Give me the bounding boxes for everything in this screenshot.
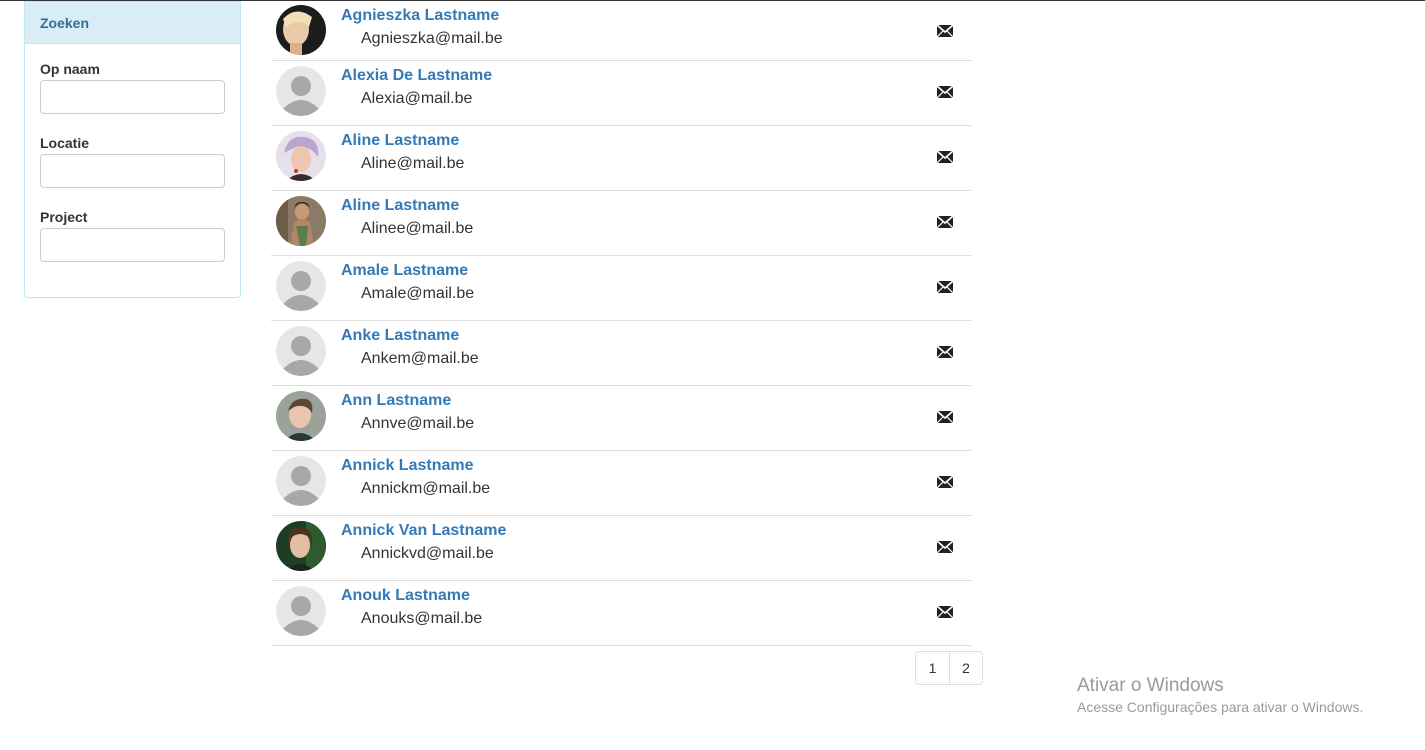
person-name-link[interactable]: Anke Lastname	[341, 327, 459, 345]
avatar	[276, 5, 326, 55]
windows-activation-title: Ativar o Windows	[1077, 675, 1224, 696]
name-filter-label: Op naam	[40, 61, 100, 77]
person-name-link[interactable]: Aline Lastname	[341, 132, 459, 150]
envelope-icon[interactable]	[937, 541, 953, 553]
envelope-icon[interactable]	[937, 346, 953, 358]
location-filter-label: Locatie	[40, 135, 90, 151]
person-name-link[interactable]: Ann Lastname	[341, 392, 451, 410]
person-row: Aline Lastname Alinee@mail.be	[271, 191, 971, 256]
person-email: Annickvd@mail.be	[361, 545, 494, 562]
person-row: Amale Lastname Amale@mail.be	[271, 256, 971, 321]
person-email: Amale@mail.be	[361, 285, 475, 302]
avatar	[276, 521, 326, 571]
person-row: Annick Van Lastname Annickvd@mail.be	[271, 516, 971, 581]
person-row: Ann Lastname Annve@mail.be	[271, 386, 971, 451]
envelope-icon[interactable]	[937, 411, 953, 423]
avatar	[276, 196, 326, 246]
person-row: Agnieszka Lastname Agnieszka@mail.be	[271, 0, 971, 61]
envelope-icon[interactable]	[937, 281, 953, 293]
envelope-icon[interactable]	[937, 476, 953, 488]
default-avatar-icon	[276, 261, 326, 311]
person-email: Anouks@mail.be	[361, 610, 483, 627]
page-1-link[interactable]: 1	[916, 652, 949, 684]
avatar	[276, 391, 326, 441]
person-email: Ankem@mail.be	[361, 350, 479, 367]
person-row: Aline Lastname Aline@mail.be	[271, 126, 971, 191]
location-filter-input[interactable]	[40, 154, 225, 188]
avatar	[276, 131, 326, 181]
person-name-link[interactable]: Annick Lastname	[341, 457, 473, 475]
project-filter-input[interactable]	[40, 228, 225, 262]
default-avatar-icon	[276, 66, 326, 116]
person-name-link[interactable]: Alexia De Lastname	[341, 67, 492, 85]
page-2-link[interactable]: 2	[949, 652, 982, 684]
person-email: Alexia@mail.be	[361, 90, 473, 107]
search-panel: Zoeken Op naam Locatie Project	[24, 1, 241, 298]
person-row: Anke Lastname Ankem@mail.be	[271, 321, 971, 386]
pagination: 12	[915, 651, 983, 685]
person-row: Anouk Lastname Anouks@mail.be	[271, 581, 971, 646]
person-name-link[interactable]: Amale Lastname	[341, 262, 468, 280]
person-row: Annick Lastname Annickm@mail.be	[271, 451, 971, 516]
project-filter-label: Project	[40, 209, 88, 225]
envelope-icon[interactable]	[937, 86, 953, 98]
name-filter-input[interactable]	[40, 80, 225, 114]
person-name-link[interactable]: Anouk Lastname	[341, 587, 470, 605]
envelope-icon[interactable]	[937, 25, 953, 37]
person-email: Annve@mail.be	[361, 415, 475, 432]
location-filter-group: Locatie	[40, 135, 225, 188]
envelope-icon[interactable]	[937, 151, 953, 163]
default-avatar-icon	[276, 326, 326, 376]
envelope-icon[interactable]	[937, 216, 953, 228]
person-name-link[interactable]: Annick Van Lastname	[341, 522, 506, 540]
person-row: Alexia De Lastname Alexia@mail.be	[271, 61, 971, 126]
search-panel-heading: Zoeken	[25, 2, 240, 44]
project-filter-group: Project	[40, 209, 225, 262]
person-name-link[interactable]: Aline Lastname	[341, 197, 459, 215]
person-name-link[interactable]: Agnieszka Lastname	[341, 7, 499, 25]
person-list: Agnieszka Lastname Agnieszka@mail.be Alexi…	[271, 0, 971, 646]
search-panel-body: Op naam Locatie Project	[25, 44, 240, 262]
person-email: Aline@mail.be	[361, 155, 465, 172]
default-avatar-icon	[276, 456, 326, 506]
person-email: Agnieszka@mail.be	[361, 30, 503, 47]
windows-activation-subtitle: Acesse Configurações para ativar o Windo…	[1077, 699, 1364, 715]
person-email: Alinee@mail.be	[361, 220, 474, 237]
person-email: Annickm@mail.be	[361, 480, 491, 497]
envelope-icon[interactable]	[937, 606, 953, 618]
name-filter-group: Op naam	[40, 61, 225, 114]
default-avatar-icon	[276, 586, 326, 636]
